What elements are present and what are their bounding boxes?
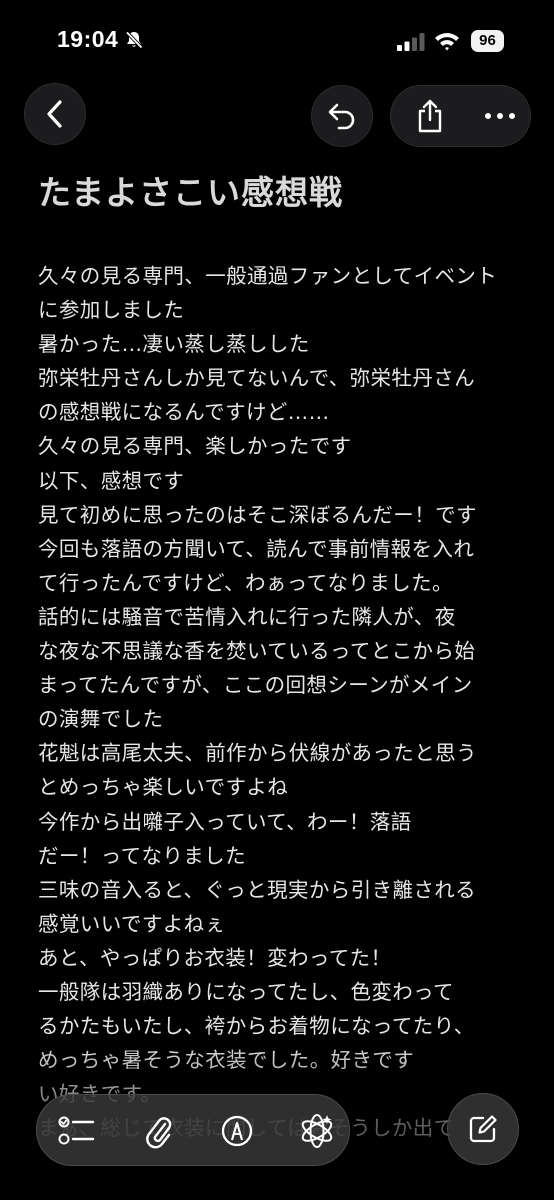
checklist-button[interactable] — [51, 1105, 103, 1157]
undo-icon — [328, 103, 355, 130]
note-line: 花魁は高尾太夫、前作から伏線があったと思う — [38, 741, 477, 766]
markup-pen-icon — [221, 1115, 253, 1147]
writing-tools-button[interactable] — [291, 1105, 343, 1157]
paperclip-icon — [146, 1117, 172, 1149]
note-line: 見て初めに思ったのはそこ深ぼるんだー！です — [38, 502, 477, 527]
compose-icon — [469, 1115, 497, 1143]
compose-button[interactable] — [447, 1093, 519, 1165]
note-line: 一般隊は羽織ありになってたし、色変わって — [38, 979, 454, 1004]
note-line: の感想戦になるんですけど…… — [38, 400, 330, 425]
note-line: に参加しました — [38, 298, 185, 323]
cellular-signal-icon — [397, 33, 425, 51]
note-body[interactable]: 久々の見る専門、一般通過ファンとしてイベント に参加しました暑かった…凄い蒸し蒸し… — [38, 259, 518, 1145]
note-line: だー！ってなりました — [38, 843, 246, 868]
note-line: とめっちゃ楽しいですよね — [38, 775, 289, 800]
status-bar: 19:04 96 — [0, 0, 554, 84]
note-line: 久々の見る専門、楽しかったです — [38, 434, 352, 459]
bell-slash-icon — [125, 31, 143, 49]
apple-intelligence-icon — [301, 1114, 333, 1148]
more-button[interactable] — [475, 86, 525, 146]
note-line: 今回も落語の方聞いて、読んで事前情報を入れ — [38, 536, 475, 561]
note-line: な夜な不思議な香を焚いているってとこから始 — [38, 639, 476, 664]
note-title[interactable]: たまよさこい感想戦 — [38, 166, 343, 214]
note-line: めっちゃ暑そうな衣装でした。好きです — [38, 1048, 415, 1073]
note-line: て行ったんですけど、わぁってなりました。 — [38, 570, 453, 595]
battery-icon: 96 — [471, 30, 504, 52]
note-line: るかたもいたし、袴からお着物になってたり、 — [38, 1014, 475, 1039]
checklist-icon — [58, 1116, 95, 1145]
note-line: あと、やっぱりお衣装！変わってた！ — [38, 945, 392, 970]
bottom-toolbar — [36, 1094, 350, 1166]
undo-button[interactable] — [311, 85, 373, 147]
share-button[interactable] — [405, 86, 455, 146]
note-line: 三味の音入ると、ぐっと現実から引き離される — [38, 877, 477, 902]
chevron-left-icon — [47, 100, 62, 128]
more-icon — [485, 113, 515, 119]
note-line: 話的には騒音で苦情入れに行った隣人が、夜 — [38, 604, 456, 629]
note-line: 今作から出囃子入っていて、わー！落語 — [38, 809, 412, 834]
attach-button[interactable] — [133, 1105, 185, 1157]
status-time: 19:04 — [57, 26, 119, 52]
share-icon — [418, 99, 442, 133]
note-line: 暑かった…凄い蒸し蒸しした — [38, 332, 310, 357]
note-line: 感覚いいですよねぇ — [38, 911, 226, 936]
note-line: 以下、感想です — [38, 468, 185, 493]
back-button[interactable] — [24, 83, 86, 145]
markup-button[interactable] — [211, 1105, 263, 1157]
note-line: 久々の見る専門、一般通過ファンとしてイベント — [38, 264, 498, 288]
note-line: 弥栄牡丹さんしか見てないんで、弥栄牡丹さん — [38, 366, 476, 391]
actions-pill — [390, 85, 531, 147]
note-line: まってたんですが、ここの回想シーンがメイン — [38, 673, 473, 698]
wifi-icon — [435, 33, 459, 51]
note-line: の演舞でした — [38, 707, 164, 732]
